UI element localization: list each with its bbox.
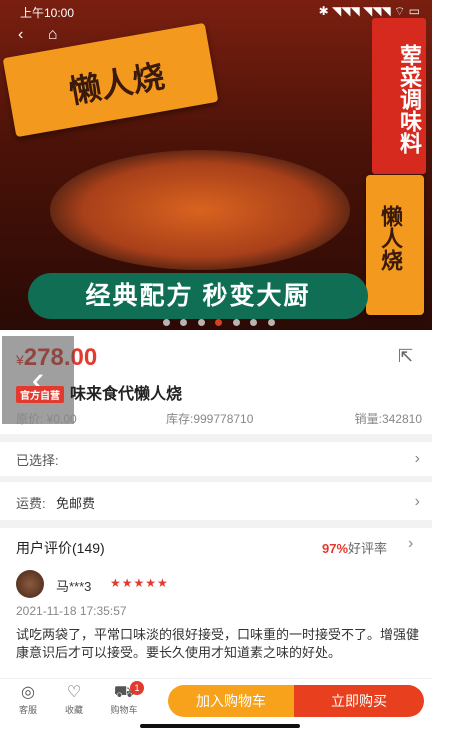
good-rate[interactable]: 97%好评率 — [322, 538, 387, 557]
status-time: 上午10:00 — [20, 6, 75, 20]
heart-icon: ♡ — [66, 684, 82, 701]
selected-label: 已选择: — [16, 453, 59, 468]
service-label: 客服 — [18, 705, 37, 715]
divider — [0, 520, 432, 528]
carousel-dot[interactable] — [197, 319, 205, 326]
bottom-action-bar: ◎ 客服 ♡ 收藏 ⛟ 1 购物车 加入购物车 立即购买 — [0, 678, 432, 723]
status-bar: 上午10:00 ✱ ◥◥◥ ◥◥◥ ⌔ ▭ — [0, 0, 432, 22]
status-icons: ✱ ◥◥◥ ◥◥◥ ⌔ ▭ — [318, 4, 420, 18]
home-icon[interactable]: ⌂ — [48, 26, 58, 43]
good-rate-label: 好评率 — [348, 541, 388, 556]
pot-image — [50, 150, 350, 270]
cart-button[interactable]: ⛟ 1 购物车 — [104, 681, 144, 716]
cart-label: 购物车 — [110, 705, 138, 715]
carousel-dot[interactable] — [232, 319, 240, 326]
home-indicator — [140, 724, 300, 728]
good-rate-percent: 97% — [322, 541, 349, 556]
shipping-value: 免邮费 — [56, 496, 96, 511]
small-pack-brand: 懒人烧 — [377, 205, 403, 271]
stock: 库存:999778710 — [166, 412, 254, 426]
carousel-dot[interactable] — [250, 319, 258, 326]
banner-top-buttons: ‹ ⌂ — [18, 26, 77, 44]
product-title: 味来食代懒人烧 — [70, 386, 183, 403]
chevron-right-icon: › — [414, 450, 420, 467]
original-price: 原价: ¥0.00 — [16, 412, 77, 426]
share-icon[interactable]: ⇱ — [398, 346, 413, 367]
divider — [0, 476, 432, 482]
small-pack-image: 懒人烧 — [366, 175, 424, 315]
favorite-label: 收藏 — [64, 705, 83, 715]
carousel-dot-active[interactable] — [215, 319, 223, 326]
shipping-label: 运费: — [16, 496, 46, 511]
star-rating: ★★★★★ — [110, 576, 169, 590]
chevron-right-icon[interactable]: › — [408, 535, 413, 553]
avatar — [16, 570, 44, 598]
review-text: 试吃两袋了，平常口味淡的很好接受，口味重的一时接受不了。增强健康意识后才可以接受… — [16, 627, 420, 660]
back-icon[interactable]: ‹ — [18, 26, 23, 43]
product-image-banner[interactable]: 上午10:00 ✱ ◥◥◥ ◥◥◥ ⌔ ▭ ‹ ⌂ 懒人烧 荤菜调味料 懒人烧 … — [0, 0, 432, 330]
divider — [0, 434, 432, 442]
review-header[interactable]: 用户评价(149) — [16, 538, 105, 558]
buy-now-button[interactable]: 立即购买 — [294, 685, 424, 717]
carousel-dots[interactable] — [160, 313, 278, 330]
headset-icon: ◎ — [21, 684, 35, 701]
carousel-dot[interactable] — [180, 319, 188, 326]
side-label: 荤菜调味料 — [372, 18, 426, 174]
service-button[interactable]: ◎ 客服 — [8, 683, 48, 716]
pack-brand: 懒人烧 — [66, 56, 168, 112]
product-title-row: 官方自营 味来食代懒人烧 — [16, 380, 182, 404]
review-time: 2021-11-18 17:35:57 — [16, 604, 127, 618]
add-to-cart-button[interactable]: 加入购物车 — [168, 685, 294, 717]
carousel-dot[interactable] — [163, 319, 170, 326]
reviewer-name: 马***3 — [56, 579, 92, 594]
cart-count-badge: 1 — [130, 681, 144, 695]
carousel-dot[interactable] — [267, 319, 275, 326]
sales: 销量:342810 — [354, 412, 422, 426]
chevron-right-icon: › — [414, 493, 420, 510]
favorite-button[interactable]: ♡ 收藏 — [54, 683, 94, 716]
self-operated-tag: 官方自营 — [16, 386, 64, 404]
